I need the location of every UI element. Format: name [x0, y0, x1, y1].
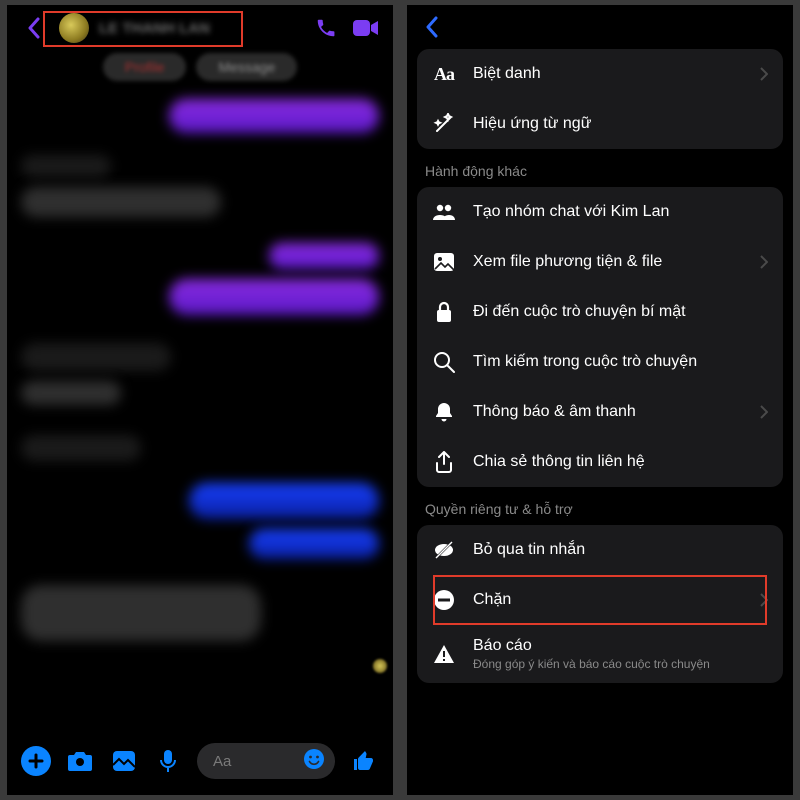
- contact-name[interactable]: LE THANH LAN: [99, 20, 301, 37]
- more-actions-card: Tạo nhóm chat với Kim Lan Xem file phươn…: [417, 187, 783, 487]
- emoji-icon[interactable]: [303, 748, 325, 774]
- share-icon: [431, 449, 457, 475]
- chat-header: LE THANH LAN: [7, 5, 393, 51]
- ignore-icon: [431, 537, 457, 563]
- row-label: Hiệu ứng từ ngữ: [473, 115, 769, 133]
- row-search-chat[interactable]: Tìm kiếm trong cuộc trò chuyện: [417, 337, 783, 387]
- customization-card: Aa Biệt danh Hiệu ứng từ ngữ: [417, 49, 783, 149]
- read-receipt-avatar: [373, 659, 387, 673]
- row-share-contact[interactable]: Chia sẻ thông tin liên hệ: [417, 437, 783, 487]
- row-word-effects[interactable]: Hiệu ứng từ ngữ: [417, 99, 783, 149]
- audio-call-icon[interactable]: [311, 13, 341, 43]
- settings-body: Aa Biệt danh Hiệu ứng từ ngữ Hành động k…: [407, 49, 793, 693]
- back-icon[interactable]: [19, 13, 49, 43]
- row-report[interactable]: Báo cáo Đóng góp ý kiến và báo cáo cuộc …: [417, 625, 783, 683]
- gallery-icon[interactable]: [109, 746, 139, 776]
- more-actions-icon[interactable]: [21, 746, 51, 776]
- row-label: Đi đến cuộc trò chuyện bí mật: [473, 303, 769, 321]
- settings-header: [407, 5, 793, 49]
- message-input[interactable]: Aa: [197, 743, 335, 779]
- message-composer: Aa: [7, 737, 393, 785]
- search-icon: [431, 349, 457, 375]
- message-bubble[interactable]: [269, 243, 379, 269]
- row-label: Biệt danh: [473, 65, 743, 83]
- row-notifications[interactable]: Thông báo & âm thanh: [417, 387, 783, 437]
- chevron-right-icon: [759, 254, 769, 270]
- message-pill[interactable]: Message: [196, 53, 297, 81]
- row-label: Báo cáo: [473, 637, 769, 655]
- text-style-icon: Aa: [431, 61, 457, 87]
- input-placeholder: Aa: [213, 753, 231, 770]
- row-label: Thông báo & âm thanh: [473, 403, 743, 421]
- row-label: Chia sẻ thông tin liên hệ: [473, 453, 769, 471]
- message-bubble[interactable]: [21, 381, 121, 405]
- chevron-right-icon: [759, 592, 769, 608]
- row-sublabel: Đóng góp ý kiến và báo cáo cuộc trò chuy…: [473, 657, 769, 671]
- chat-screen: LE THANH LAN Profile Message: [7, 5, 393, 795]
- image-icon: [431, 249, 457, 275]
- chat-body: [7, 81, 393, 729]
- group-icon: [431, 199, 457, 225]
- profile-actions-row: Profile Message: [7, 53, 393, 81]
- message-bubble[interactable]: [189, 483, 379, 519]
- warning-icon: [431, 641, 457, 667]
- microphone-icon[interactable]: [153, 746, 183, 776]
- chevron-right-icon: [759, 66, 769, 82]
- message-bubble[interactable]: [169, 99, 379, 133]
- row-create-group[interactable]: Tạo nhóm chat với Kim Lan: [417, 187, 783, 237]
- message-bubble[interactable]: [21, 585, 261, 641]
- chat-settings-screen: Aa Biệt danh Hiệu ứng từ ngữ Hành động k…: [407, 5, 793, 795]
- message-bubble[interactable]: [169, 279, 379, 315]
- back-icon[interactable]: [417, 12, 447, 42]
- contact-avatar[interactable]: [59, 13, 89, 43]
- message-bubble[interactable]: [249, 529, 379, 559]
- profile-pill[interactable]: Profile: [103, 53, 187, 81]
- row-ignore-messages[interactable]: Bỏ qua tin nhắn: [417, 525, 783, 575]
- camera-icon[interactable]: [65, 746, 95, 776]
- row-nicknames[interactable]: Aa Biệt danh: [417, 49, 783, 99]
- row-label: Xem file phương tiện & file: [473, 253, 743, 271]
- section-more-actions: Hành động khác: [407, 149, 793, 187]
- magic-wand-icon: [431, 111, 457, 137]
- section-privacy: Quyền riêng tư & hỗ trợ: [407, 487, 793, 525]
- row-label: Tìm kiếm trong cuộc trò chuyện: [473, 353, 769, 371]
- message-bubble[interactable]: [21, 155, 111, 177]
- chevron-right-icon: [759, 404, 769, 420]
- message-bubble[interactable]: [21, 435, 141, 461]
- row-label: Chặn: [473, 591, 743, 609]
- bell-icon: [431, 399, 457, 425]
- row-view-media[interactable]: Xem file phương tiện & file: [417, 237, 783, 287]
- row-label: Tạo nhóm chat với Kim Lan: [473, 203, 769, 221]
- block-icon: [431, 587, 457, 613]
- row-secret-chat[interactable]: Đi đến cuộc trò chuyện bí mật: [417, 287, 783, 337]
- row-block[interactable]: Chặn: [417, 575, 783, 625]
- privacy-card: Bỏ qua tin nhắn Chặn Báo cáo: [417, 525, 783, 683]
- row-label: Bỏ qua tin nhắn: [473, 541, 769, 559]
- video-call-icon[interactable]: [351, 13, 381, 43]
- message-bubble[interactable]: [21, 187, 221, 217]
- thumbs-up-icon[interactable]: [349, 746, 379, 776]
- message-bubble[interactable]: [21, 343, 171, 371]
- lock-icon: [431, 299, 457, 325]
